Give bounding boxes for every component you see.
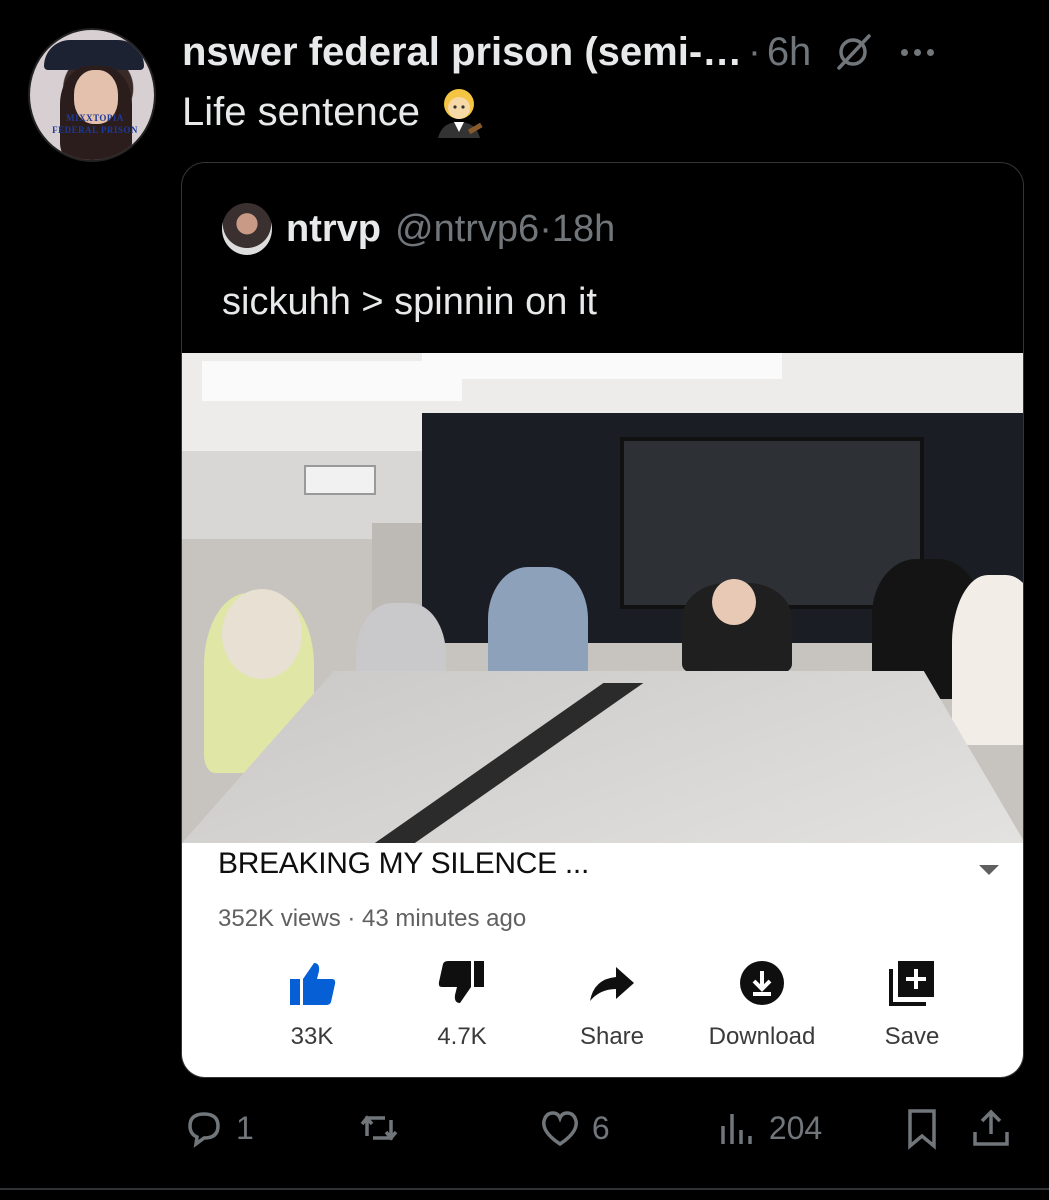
media-screenshot[interactable]: BREAKING MY SILENCE ... 352K views · 43 … bbox=[182, 353, 1023, 1077]
bookmark-icon bbox=[907, 1109, 936, 1150]
save-label: Save bbox=[884, 1023, 940, 1050]
reply-icon bbox=[188, 1112, 220, 1148]
like-button[interactable]: 6 bbox=[538, 1106, 715, 1150]
sheep-hood bbox=[222, 589, 302, 679]
post-body: Life sentence bbox=[182, 89, 420, 134]
share-arrow-icon bbox=[590, 967, 634, 1001]
bookmark-button[interactable] bbox=[900, 1106, 970, 1150]
view-count: 204 bbox=[768, 1109, 823, 1146]
engagement-bar: 1 6 204 bbox=[182, 1100, 1019, 1156]
share-upload-icon bbox=[973, 1109, 1010, 1146]
dislike-count: 4.7K bbox=[437, 1023, 487, 1050]
save-playlist-icon bbox=[889, 961, 934, 1006]
like-count: 33K bbox=[290, 1023, 334, 1050]
share-button[interactable] bbox=[969, 1106, 1019, 1150]
author-display-name[interactable]: nswer federal prison (semi-… bbox=[182, 30, 742, 75]
save-button[interactable]: Save bbox=[842, 957, 982, 1051]
face bbox=[712, 579, 756, 625]
video-actions: 33K 4.7K Share Download Save bbox=[242, 957, 982, 1051]
avatar-stamp: MIXXTOPIA FEDERAL PRISON bbox=[52, 113, 138, 135]
grok-null-icon[interactable] bbox=[833, 32, 873, 72]
heart-icon bbox=[541, 1111, 578, 1147]
reply-count: 1 bbox=[236, 1109, 254, 1146]
thumbs-down-icon bbox=[438, 961, 484, 1003]
download-button[interactable]: Download bbox=[692, 957, 832, 1051]
post-text: Life sentence bbox=[182, 86, 486, 138]
separator: · bbox=[748, 30, 761, 73]
like-button[interactable]: 33K bbox=[242, 957, 382, 1051]
quoted-handle-text: @ntrvp6 bbox=[395, 207, 540, 250]
thumbs-up-icon bbox=[290, 963, 336, 1005]
like-count: 6 bbox=[591, 1109, 610, 1146]
wall-speaker bbox=[304, 465, 376, 495]
more-icon[interactable] bbox=[901, 48, 935, 56]
repost-button[interactable] bbox=[357, 1106, 538, 1150]
quoted-author-avatar[interactable] bbox=[222, 203, 272, 255]
person-white-costume bbox=[952, 575, 1023, 745]
separator: · bbox=[539, 207, 552, 250]
post-header: nswer federal prison (semi-… · 6h bbox=[182, 28, 1029, 76]
reply-button[interactable]: 1 bbox=[182, 1106, 357, 1150]
quoted-author-handle: @ntrvp6·18h bbox=[395, 208, 615, 251]
quoted-author-name[interactable]: ntrvp bbox=[286, 208, 381, 251]
repost-icon bbox=[360, 1115, 398, 1141]
author-avatar[interactable]: MIXXTOPIA FEDERAL PRISON bbox=[28, 28, 156, 162]
post-time[interactable]: 6h bbox=[767, 30, 812, 75]
chevron-down-icon[interactable] bbox=[979, 865, 999, 875]
ceiling-light bbox=[422, 353, 782, 379]
quoted-post[interactable]: ntrvp @ntrvp6·18h sickuhh > spinnin on i… bbox=[181, 162, 1024, 1078]
views-button[interactable]: 204 bbox=[715, 1106, 900, 1150]
quoted-post-header: ntrvp @ntrvp6·18h bbox=[222, 203, 615, 255]
dislike-button[interactable]: 4.7K bbox=[392, 957, 532, 1051]
video-thumbnail bbox=[182, 353, 1023, 843]
quoted-post-time: 18h bbox=[551, 207, 616, 250]
share-label: Share bbox=[579, 1023, 645, 1050]
woman-judge-emoji bbox=[437, 89, 483, 138]
share-button[interactable]: Share bbox=[542, 957, 682, 1051]
quoted-post-text: sickuhh > spinnin on it bbox=[222, 281, 597, 323]
video-title[interactable]: BREAKING MY SILENCE ... bbox=[218, 847, 589, 881]
views-bar-chart-icon bbox=[721, 1114, 752, 1144]
divider bbox=[0, 1188, 1049, 1190]
download-icon bbox=[740, 961, 784, 1005]
video-meta: 352K views · 43 minutes ago bbox=[218, 905, 527, 932]
download-label: Download bbox=[708, 1023, 816, 1050]
